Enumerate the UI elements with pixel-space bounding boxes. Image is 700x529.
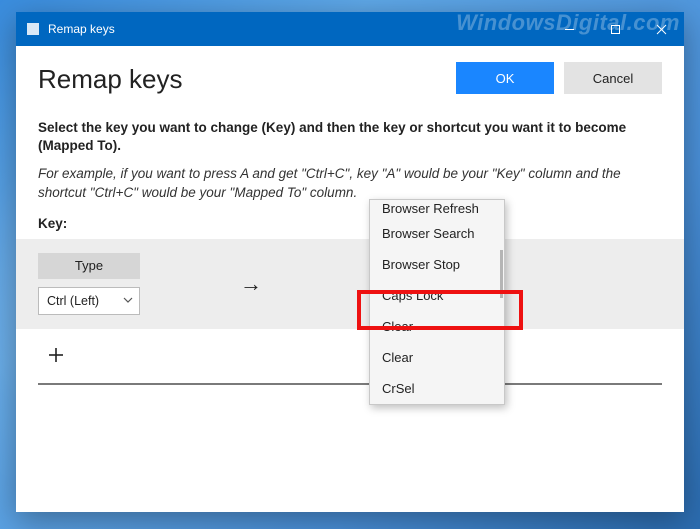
dropdown-item[interactable]: Browser Refresh bbox=[370, 200, 504, 218]
example-text: For example, if you want to press A and … bbox=[38, 165, 662, 201]
dropdown-item-caps-lock[interactable]: Caps Lock bbox=[370, 280, 504, 311]
plus-icon bbox=[46, 345, 66, 365]
dropdown-item[interactable]: Browser Search bbox=[370, 218, 504, 249]
remap-row: Type Ctrl (Left) → bbox=[16, 239, 684, 329]
chevron-down-icon bbox=[123, 294, 133, 308]
dropdown-item[interactable]: Browser Stop bbox=[370, 249, 504, 280]
dropdown-scrollbar[interactable] bbox=[500, 250, 503, 298]
page-title: Remap keys bbox=[38, 60, 456, 95]
ok-button[interactable]: OK bbox=[456, 62, 554, 94]
maximize-button[interactable] bbox=[592, 12, 638, 46]
window-title: Remap keys bbox=[48, 22, 115, 36]
titlebar: Remap keys bbox=[16, 12, 684, 46]
close-button[interactable] bbox=[638, 12, 684, 46]
divider bbox=[38, 383, 662, 385]
type-button[interactable]: Type bbox=[38, 253, 140, 279]
arrow-icon: → bbox=[240, 271, 262, 297]
dropdown-item[interactable]: CrSel bbox=[370, 373, 504, 404]
key-select[interactable]: Ctrl (Left) bbox=[38, 287, 140, 315]
key-column-label: Key: bbox=[38, 216, 662, 231]
cancel-button[interactable]: Cancel bbox=[564, 62, 662, 94]
remap-keys-window: Remap keys Remap keys OK Cancel Select t… bbox=[16, 12, 684, 512]
dropdown-item[interactable]: Clear bbox=[370, 311, 504, 342]
minimize-button[interactable] bbox=[546, 12, 592, 46]
key-select-value: Ctrl (Left) bbox=[47, 294, 99, 308]
add-row-button[interactable] bbox=[38, 337, 74, 373]
mapped-to-dropdown[interactable]: Browser Refresh Browser Search Browser S… bbox=[369, 199, 505, 405]
instruction-text: Select the key you want to change (Key) … bbox=[38, 119, 662, 155]
app-icon bbox=[26, 22, 40, 36]
dropdown-item[interactable]: Clear bbox=[370, 342, 504, 373]
